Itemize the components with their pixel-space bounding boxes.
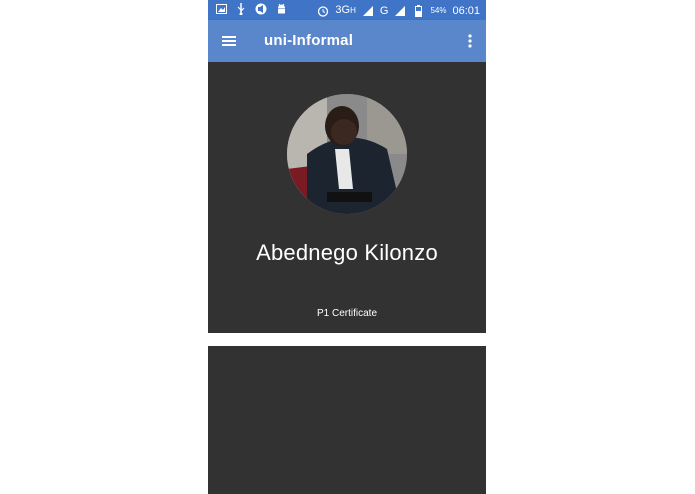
avatar[interactable] [287,94,407,214]
profile-card: Abednego Kilonzo P1 Certificate [208,62,486,333]
status-bar: 3GH G 54% 06:01 [208,0,486,20]
usb-icon [235,3,247,15]
battery-percentage: 54% [430,6,447,15]
profile-photo [287,94,407,214]
vibrate-icon [255,3,267,15]
clock: 06:01 [452,4,480,17]
phone-screen: 3GH G 54% 06:01 uni-Informal Abednego Ki… [208,0,486,494]
network-3g-indicator: 3GH [335,4,356,16]
profile-name: Abednego Kilonzo [256,240,438,265]
signal-strength-icon-2 [394,5,406,17]
content-card [208,346,486,494]
alarm-icon [317,5,329,17]
android-debug-icon [275,3,287,15]
image-notification-icon [215,3,227,15]
hamburger-menu-icon[interactable] [221,33,237,49]
more-vert-icon[interactable] [462,32,478,50]
network-g-indicator: G [379,4,389,17]
card-divider [208,333,486,346]
signal-strength-icon [362,5,374,17]
app-bar: uni-Informal [208,20,486,62]
battery-icon [412,4,424,17]
app-title: uni-Informal [264,32,354,49]
certificate-label: P1 Certificate [316,308,378,319]
